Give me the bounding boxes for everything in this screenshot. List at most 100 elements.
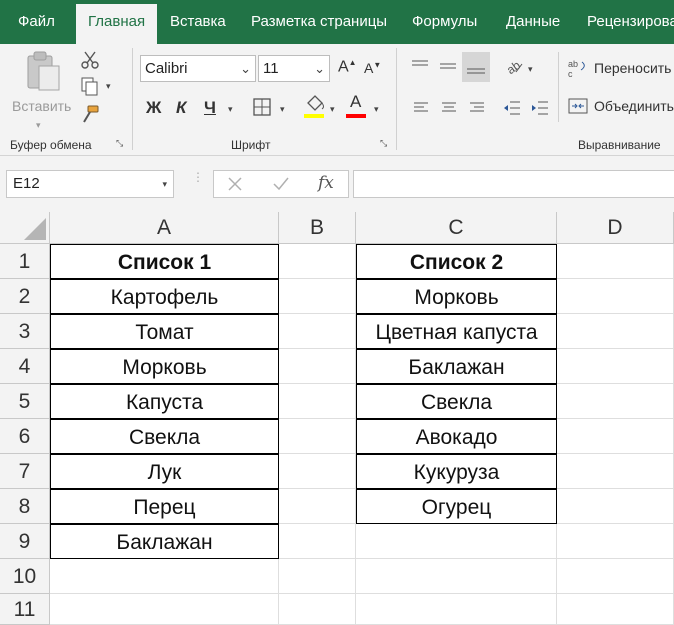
row-header-7[interactable]: 7 bbox=[0, 454, 50, 489]
cell-c10[interactable] bbox=[356, 559, 557, 594]
cell-c9[interactable] bbox=[356, 524, 557, 559]
cell-d5[interactable] bbox=[557, 384, 674, 419]
cell-d7[interactable] bbox=[557, 454, 674, 489]
align-top-icon[interactable] bbox=[410, 58, 430, 74]
cell-a9[interactable]: Баклажан bbox=[50, 524, 279, 559]
cell-a2[interactable]: Картофель bbox=[50, 279, 279, 314]
cell-d2[interactable] bbox=[557, 279, 674, 314]
orientation-dropdown-icon[interactable]: ▾ bbox=[528, 64, 533, 75]
decrease-font-size-icon[interactable]: A▼ bbox=[364, 60, 381, 76]
tab-formulas[interactable]: Формулы bbox=[412, 0, 477, 44]
column-header-a[interactable]: A bbox=[50, 212, 279, 244]
tab-data[interactable]: Данные bbox=[506, 0, 560, 44]
clipboard-launcher-icon[interactable]: ⤡ bbox=[116, 139, 126, 149]
select-all-button[interactable] bbox=[0, 212, 50, 244]
cell-b7[interactable] bbox=[279, 454, 356, 489]
cell-c3[interactable]: Цветная капуста bbox=[356, 314, 557, 349]
row-header-1[interactable]: 1 bbox=[0, 244, 50, 279]
cell-c11[interactable] bbox=[356, 594, 557, 625]
cell-c8[interactable]: Огурец bbox=[356, 489, 557, 524]
align-bottom-icon[interactable] bbox=[462, 52, 490, 82]
cell-a6[interactable]: Свекла bbox=[50, 419, 279, 454]
cell-b1[interactable] bbox=[279, 244, 356, 279]
format-painter-button[interactable] bbox=[80, 104, 100, 124]
row-header-11[interactable]: 11 bbox=[0, 594, 50, 625]
increase-font-size-icon[interactable]: A▲ bbox=[338, 58, 357, 76]
paste-button[interactable]: Вставить ▾ bbox=[12, 50, 71, 140]
cut-button[interactable] bbox=[80, 50, 100, 70]
cell-d4[interactable] bbox=[557, 349, 674, 384]
font-color-dropdown-icon[interactable]: ▾ bbox=[374, 104, 379, 115]
align-center-icon[interactable] bbox=[440, 100, 458, 116]
bold-button[interactable]: Ж bbox=[146, 98, 161, 118]
decrease-indent-icon[interactable] bbox=[502, 99, 522, 117]
align-right-icon[interactable] bbox=[468, 100, 486, 116]
insert-function-icon[interactable]: fx bbox=[318, 173, 334, 193]
cell-d6[interactable] bbox=[557, 419, 674, 454]
cell-b9[interactable] bbox=[279, 524, 356, 559]
cell-b5[interactable] bbox=[279, 384, 356, 419]
underline-button[interactable]: Ч bbox=[204, 98, 216, 118]
row-header-6[interactable]: 6 bbox=[0, 419, 50, 454]
cell-b10[interactable] bbox=[279, 559, 356, 594]
cancel-icon[interactable] bbox=[226, 175, 244, 193]
borders-button[interactable] bbox=[252, 97, 272, 117]
cell-d10[interactable] bbox=[557, 559, 674, 594]
tab-review[interactable]: Рецензирова bbox=[587, 0, 674, 44]
tab-file[interactable]: Файл bbox=[18, 0, 55, 44]
cell-c5[interactable]: Свекла bbox=[356, 384, 557, 419]
cell-b4[interactable] bbox=[279, 349, 356, 384]
name-box[interactable]: E12 ▾ bbox=[6, 170, 174, 198]
wrap-text-button[interactable]: ab c Переносить bbox=[568, 58, 674, 80]
cell-a7[interactable]: Лук bbox=[50, 454, 279, 489]
orientation-icon[interactable]: ab bbox=[504, 56, 524, 77]
column-header-c[interactable]: C bbox=[356, 212, 557, 244]
underline-dropdown-icon[interactable]: ▾ bbox=[228, 104, 233, 115]
column-header-d[interactable]: D bbox=[557, 212, 674, 244]
cell-d3[interactable] bbox=[557, 314, 674, 349]
cell-a1[interactable]: Список 1 bbox=[50, 244, 279, 279]
increase-indent-icon[interactable] bbox=[530, 99, 550, 117]
cell-d8[interactable] bbox=[557, 489, 674, 524]
cell-c2[interactable]: Морковь bbox=[356, 279, 557, 314]
font-size-select[interactable]: 11 ⌄ bbox=[258, 55, 330, 82]
font-color-button[interactable]: A bbox=[346, 92, 368, 120]
cell-b6[interactable] bbox=[279, 419, 356, 454]
align-middle-icon[interactable] bbox=[438, 58, 458, 74]
row-header-10[interactable]: 10 bbox=[0, 559, 50, 594]
cell-d9[interactable] bbox=[557, 524, 674, 559]
cell-a10[interactable] bbox=[50, 559, 279, 594]
cell-c7[interactable]: Кукуруза bbox=[356, 454, 557, 489]
row-header-8[interactable]: 8 bbox=[0, 489, 50, 524]
copy-button[interactable]: ▾ bbox=[80, 76, 116, 96]
cell-b3[interactable] bbox=[279, 314, 356, 349]
cell-a3[interactable]: Томат bbox=[50, 314, 279, 349]
cell-b8[interactable] bbox=[279, 489, 356, 524]
cell-a5[interactable]: Капуста bbox=[50, 384, 279, 419]
tab-home[interactable]: Главная bbox=[76, 4, 158, 44]
cell-c1[interactable]: Список 2 bbox=[356, 244, 557, 279]
tab-insert[interactable]: Вставка bbox=[170, 0, 226, 44]
cell-a11[interactable] bbox=[50, 594, 279, 625]
cell-b2[interactable] bbox=[279, 279, 356, 314]
italic-button[interactable]: К bbox=[176, 98, 186, 118]
cell-c6[interactable]: Авокадо bbox=[356, 419, 557, 454]
fill-color-dropdown-icon[interactable]: ▾ bbox=[330, 104, 335, 115]
row-header-4[interactable]: 4 bbox=[0, 349, 50, 384]
row-header-2[interactable]: 2 bbox=[0, 279, 50, 314]
column-header-b[interactable]: B bbox=[279, 212, 356, 244]
cell-a8[interactable]: Перец bbox=[50, 489, 279, 524]
align-left-icon[interactable] bbox=[412, 100, 430, 116]
cell-d11[interactable] bbox=[557, 594, 674, 625]
font-name-select[interactable]: Calibri ⌄ bbox=[140, 55, 256, 82]
fill-color-button[interactable] bbox=[304, 94, 326, 120]
cell-b11[interactable] bbox=[279, 594, 356, 625]
formula-input[interactable] bbox=[353, 170, 674, 198]
enter-icon[interactable] bbox=[272, 175, 290, 193]
row-header-9[interactable]: 9 bbox=[0, 524, 50, 559]
row-header-3[interactable]: 3 bbox=[0, 314, 50, 349]
borders-dropdown-icon[interactable]: ▾ bbox=[280, 104, 285, 115]
cell-a4[interactable]: Морковь bbox=[50, 349, 279, 384]
tab-page-layout[interactable]: Разметка страницы bbox=[251, 0, 387, 44]
cell-c4[interactable]: Баклажан bbox=[356, 349, 557, 384]
